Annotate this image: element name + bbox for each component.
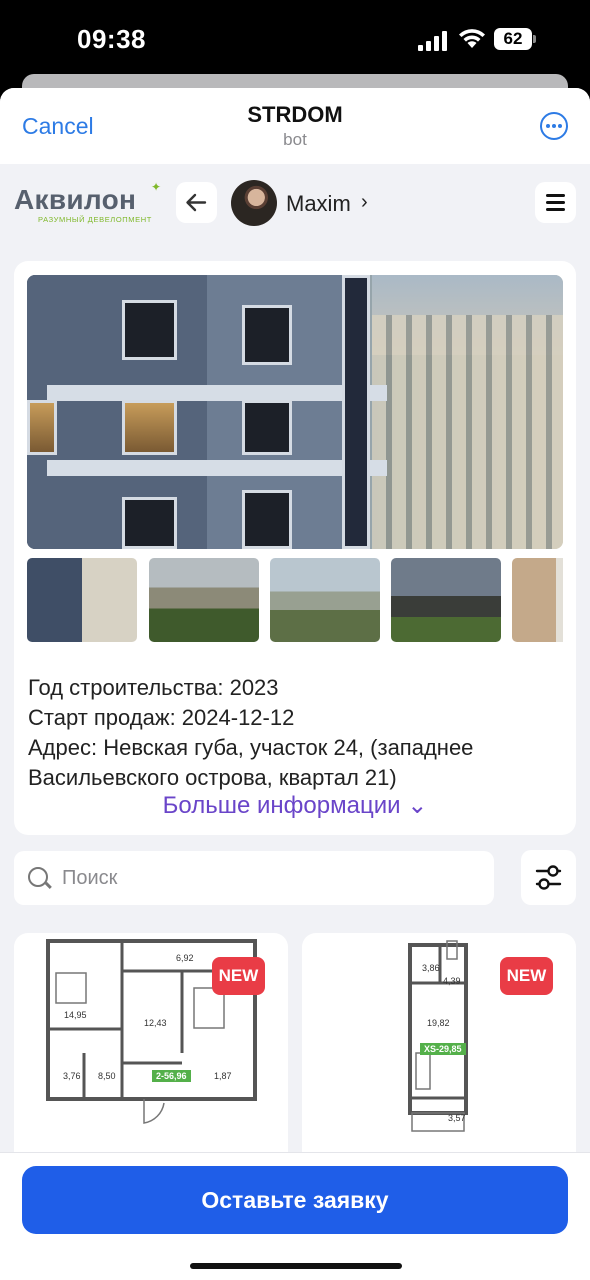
room-area: 14,95 (64, 1010, 87, 1020)
thumbnail-5[interactable] (512, 558, 563, 642)
new-badge: NEW (212, 957, 265, 995)
thumbnail-3[interactable] (270, 558, 380, 642)
apartment-card[interactable]: 14,95 6,92 12,43 3,76 8,50 1,87 2-56,96 … (14, 933, 288, 1173)
brand-logo: Аквилон ✦ РАЗУМНЫЙ ДЕВЕЛОПМЕНТ (14, 180, 164, 228)
battery-icon: 62 (494, 28, 532, 50)
thumbnail-strip (27, 558, 563, 642)
brand-tagline: РАЗУМНЫЙ ДЕВЕЛОПМЕНТ (38, 215, 152, 224)
apartment-type-tag: 2-56,96 (152, 1070, 191, 1082)
room-area: 3,57 (448, 1113, 466, 1123)
bot-subtitle: bot (283, 130, 307, 149)
search-input[interactable]: Поиск (14, 851, 494, 905)
room-area: 4,39 (443, 976, 461, 986)
back-button[interactable] (176, 182, 217, 223)
room-area: 6,92 (176, 953, 194, 963)
room-area: 19,82 (427, 1018, 450, 1028)
apartment-card[interactable]: 3,86 4,39 19,82 3,57 XS-29,85 NEW (302, 933, 576, 1173)
cellular-signal-icon (418, 31, 450, 51)
bot-title: STRDOM (247, 102, 343, 127)
user-name[interactable]: Maxim (286, 191, 351, 217)
brand-name: Аквилон (14, 184, 137, 215)
sliders-icon (535, 865, 562, 890)
user-avatar[interactable] (231, 180, 277, 226)
address-line-1: Адрес: Невская губа, участок 24, (западн… (28, 735, 474, 760)
status-bar: 09:38 62 (0, 0, 590, 80)
menu-button[interactable] (535, 182, 576, 223)
room-area: 3,76 (63, 1071, 81, 1081)
filter-button[interactable] (521, 850, 576, 905)
bottom-bar: Оставьте заявку (0, 1152, 590, 1280)
search-icon (28, 867, 48, 887)
room-area: 1,87 (214, 1071, 232, 1081)
status-time: 09:38 (77, 24, 146, 54)
more-options-icon[interactable] (540, 112, 568, 140)
project-hero-image[interactable] (27, 275, 563, 549)
project-card: Год строительства: 2023 Старт продаж: 20… (14, 261, 576, 835)
battery-tip (533, 35, 536, 43)
arrow-left-icon (186, 193, 207, 212)
project-info: Год строительства: 2023 Старт продаж: 20… (28, 673, 473, 793)
home-indicator[interactable] (190, 1263, 402, 1269)
bot-webview-sheet: Cancel STRDOM bot Аквилон ✦ РАЗУМНЫЙ ДЕВ… (0, 88, 590, 1280)
apartment-type-tag: XS-29,85 (420, 1043, 466, 1055)
brand-star-icon: ✦ (151, 180, 162, 194)
new-badge: NEW (500, 957, 553, 995)
room-area: 8,50 (98, 1071, 116, 1081)
wifi-icon (458, 27, 486, 49)
thumbnail-1[interactable] (27, 558, 137, 642)
thumbnail-2[interactable] (149, 558, 259, 642)
more-info-link[interactable]: Больше информации ⌄ (14, 791, 576, 820)
webview-header: Cancel STRDOM bot (0, 88, 590, 164)
submit-request-button[interactable]: Оставьте заявку (22, 1166, 568, 1234)
search-placeholder: Поиск (62, 867, 118, 889)
room-area: 12,43 (144, 1018, 167, 1028)
build-year: Год строительства: 2023 (28, 675, 279, 700)
address-line-2: Васильевского острова, квартал 21) (28, 765, 397, 790)
sales-start: Старт продаж: 2024-12-12 (28, 705, 295, 730)
thumbnail-4[interactable] (391, 558, 501, 642)
room-area: 3,86 (422, 963, 440, 973)
chevron-right-icon[interactable]: › (361, 191, 368, 214)
